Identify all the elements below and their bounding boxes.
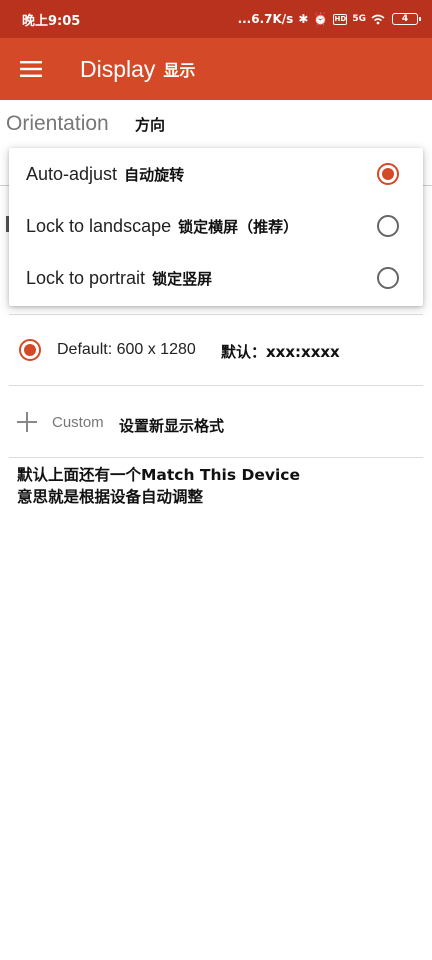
- radio-button-selected[interactable]: [377, 163, 399, 185]
- resolution-default-label: Default: 600 x 1280: [57, 341, 196, 358]
- status-time: 晚上9:05: [22, 13, 81, 29]
- annotation-line: 意思就是根据设备自动调整: [17, 488, 204, 506]
- resolution-default-annotation: 默认：xxx:xxxx: [221, 343, 340, 361]
- wifi-icon: [371, 14, 385, 24]
- resolution-default-option[interactable]: Default: 600 x 1280 默认：xxx:xxxx: [0, 322, 432, 378]
- option-annotation: 锁定竖屏: [152, 269, 213, 288]
- divider: [9, 385, 423, 386]
- option-label: Lock to landscape: [26, 215, 172, 236]
- annotation-note: 默认上面还有一个Match This Device 意思就是根据设备自动调整: [17, 464, 300, 508]
- annotation-line: 默认上面还有一个Match This Device: [17, 466, 300, 484]
- option-label: Auto-adjust: [26, 163, 118, 184]
- divider: [9, 457, 423, 458]
- alarm-icon: ⏰: [313, 12, 329, 26]
- network-speed: ...6.7K/s: [237, 12, 294, 26]
- battery-icon: 4: [392, 13, 421, 25]
- orientation-dropdown: Auto-adjust 自动旋转 Lock to landscape 锁定横屏（…: [9, 148, 423, 306]
- plus-icon: [17, 412, 37, 432]
- add-custom-button[interactable]: Custom 设置新显示格式: [0, 398, 432, 450]
- option-label: Lock to portrait: [26, 267, 146, 288]
- radio-button-selected[interactable]: [19, 339, 41, 361]
- hamburger-menu-icon: [20, 61, 42, 77]
- orientation-annotation: 方向: [135, 116, 166, 134]
- custom-label: Custom: [52, 414, 104, 431]
- status-bar: 晚上9:05 ...6.7K/s ✱ ⏰ HD 5G 4: [0, 0, 432, 38]
- orientation-option-auto-adjust[interactable]: Auto-adjust 自动旋转: [9, 148, 423, 200]
- menu-button[interactable]: [0, 38, 62, 100]
- page-title: Display: [80, 55, 156, 82]
- orientation-option-landscape[interactable]: Lock to landscape 锁定横屏（推荐）: [9, 200, 423, 252]
- status-icons: ...6.7K/s ✱ ⏰ HD 5G 4: [237, 12, 421, 26]
- signal-5g-icon: 5G: [352, 14, 366, 24]
- app-bar: Display 显示: [0, 38, 432, 100]
- radio-button[interactable]: [377, 215, 399, 237]
- radio-button[interactable]: [377, 267, 399, 289]
- option-annotation: 自动旋转: [124, 165, 185, 184]
- orientation-label: Orientation: [6, 112, 109, 135]
- bluetooth-icon: ✱: [298, 12, 309, 26]
- custom-annotation: 设置新显示格式: [119, 417, 225, 435]
- hd-icon: HD: [333, 13, 348, 25]
- page-title-annotation: 显示: [163, 61, 196, 80]
- orientation-option-portrait[interactable]: Lock to portrait 锁定竖屏: [9, 252, 423, 304]
- option-annotation: 锁定横屏（推荐）: [178, 217, 299, 236]
- divider: [9, 314, 423, 315]
